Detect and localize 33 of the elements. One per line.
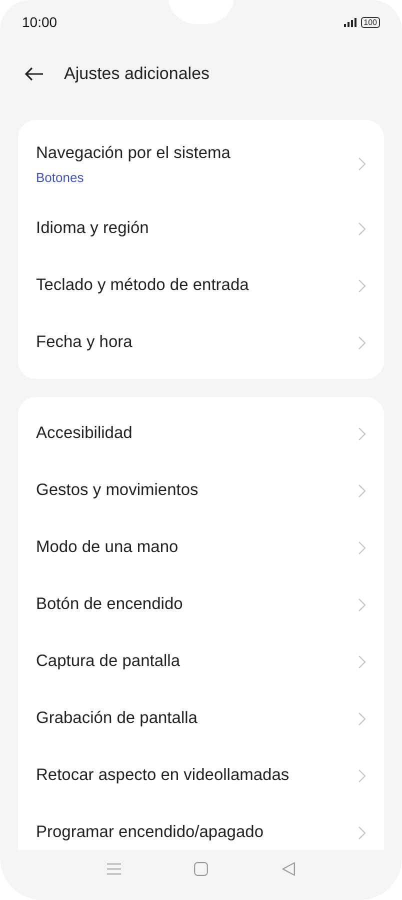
battery-level: 100: [360, 16, 380, 28]
chevron-icon: [358, 598, 366, 612]
settings-item[interactable]: Gestos y movimientos: [18, 462, 384, 519]
chevron-icon: [358, 222, 366, 236]
settings-item[interactable]: Programar encendido/apagado: [18, 804, 384, 850]
home-icon[interactable]: [194, 862, 208, 876]
chevron-icon: [358, 278, 366, 292]
back-button[interactable]: [22, 65, 46, 83]
status-time: 10:00: [22, 14, 58, 30]
back-icon[interactable]: [282, 862, 296, 876]
chevron-icon: [358, 654, 366, 668]
chevron-icon: [358, 768, 366, 782]
settings-item[interactable]: Botón de encendido: [18, 576, 384, 633]
settings-item[interactable]: Teclado y método de entrada: [18, 257, 384, 314]
settings-item[interactable]: Accesibilidad: [18, 405, 384, 462]
menu-icon[interactable]: [106, 863, 121, 875]
settings-item[interactable]: Navegación por el sistema Botones: [18, 128, 384, 200]
chevron-icon: [358, 712, 366, 726]
settings-item[interactable]: Captura de pantalla: [18, 633, 384, 690]
chevron-icon: [358, 426, 366, 440]
settings-item[interactable]: Fecha y hora: [18, 314, 384, 371]
signal-icon: [344, 18, 357, 26]
page-title: Ajustes adicionales: [64, 64, 210, 84]
settings-item[interactable]: Retocar aspecto en videollamadas: [18, 747, 384, 804]
chevron-icon: [358, 336, 366, 350]
settings-item[interactable]: Idioma y región: [18, 200, 384, 257]
chevron-icon: [358, 826, 366, 840]
chevron-icon: [358, 540, 366, 554]
settings-item[interactable]: Modo de una mano: [18, 519, 384, 576]
settings-item[interactable]: Grabación de pantalla: [18, 690, 384, 747]
item-value: Botones: [36, 170, 85, 184]
chevron-icon: [358, 157, 366, 171]
chevron-icon: [358, 484, 366, 498]
